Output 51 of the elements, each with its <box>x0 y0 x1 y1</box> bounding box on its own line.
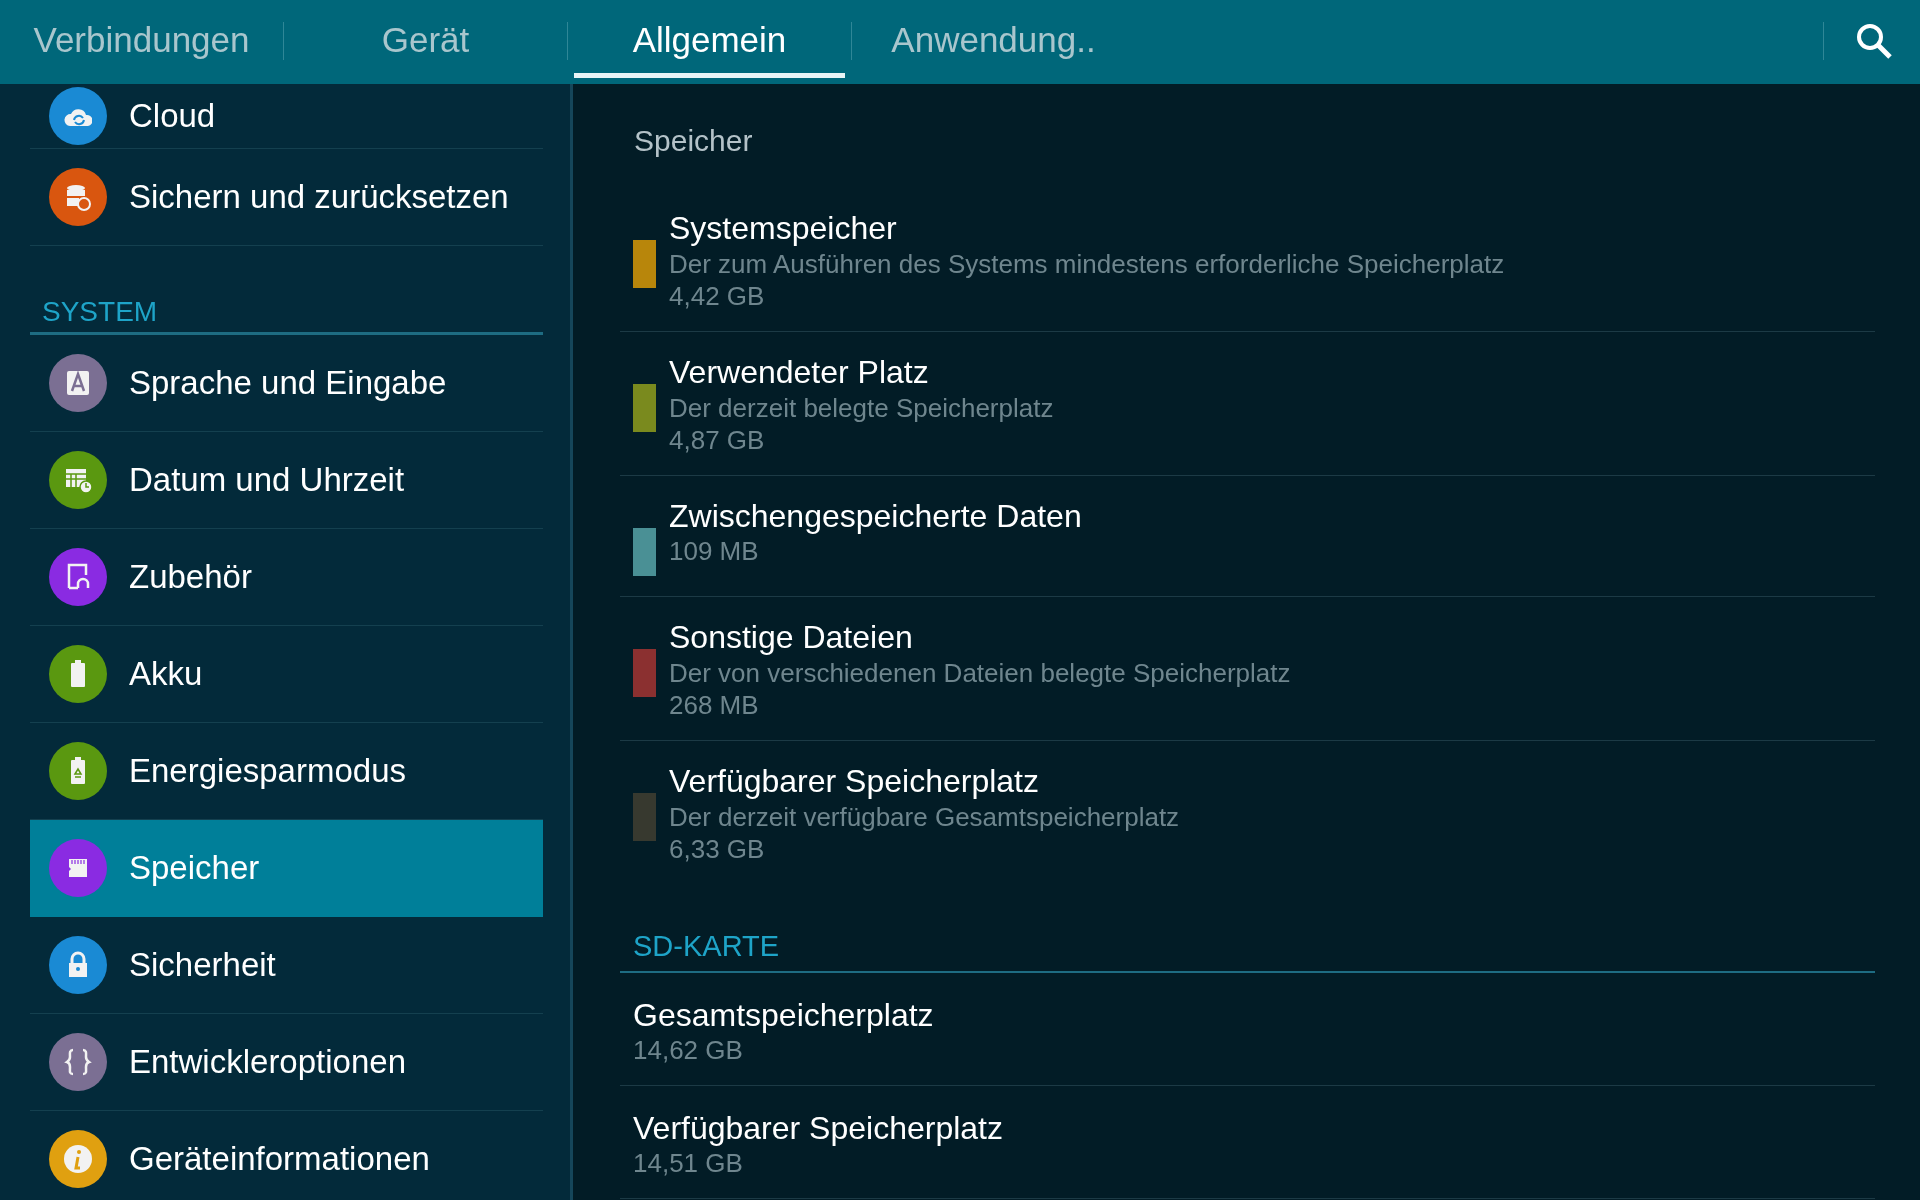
item-value: 14,51 GB <box>633 1148 744 1178</box>
item-label: Entwickleroptionen <box>129 1043 406 1081</box>
item-label: Sichern und zurücksetzen <box>129 178 509 216</box>
tab[interactable]: Gerät <box>290 0 561 78</box>
section-header: SYSTEM <box>30 246 543 335</box>
item-label: Sicherheit <box>129 946 276 984</box>
settings-list-item[interactable]: Datum und Uhrzeit <box>30 432 543 529</box>
item-title: Verfügbarer Speicherplatz <box>669 762 1040 801</box>
item-description: Der zum Ausführen des Systems mindestens erforderliche Speicherplatz <box>669 248 1505 281</box>
item-label: Speicher <box>129 849 260 887</box>
item-title: Verwendeter Platz <box>669 353 930 392</box>
settings-list-item[interactable]: Geräteinformationen <box>30 1111 543 1200</box>
item-label: Geräteinformationen <box>129 1140 430 1178</box>
info-icon <box>61 1142 95 1176</box>
settings-list-item[interactable]: Akku <box>30 626 543 723</box>
settings-list-item[interactable]: Zubehör <box>30 529 543 626</box>
storage-list-item[interactable]: Verfügbarer Speicherplatz 14,51 GB <box>620 1086 1875 1199</box>
item-label: Cloud <box>129 97 216 135</box>
tab[interactable]: Verbindungen <box>6 0 277 78</box>
settings-list-item[interactable]: Entwickleroptionen <box>30 1014 543 1111</box>
item-title: Verfügbarer Speicherplatz <box>633 1109 1004 1148</box>
item-value: 109 MB <box>669 536 760 566</box>
item-description: Der derzeit verfügbare Gesamtspeicherplatz <box>669 801 1180 834</box>
tab[interactable]: Allgemein <box>574 0 845 78</box>
item-title: Sonstige Dateien <box>669 618 914 657</box>
item-value: 4,42 GB <box>669 281 766 311</box>
item-title: Gesamtspeicherplatz <box>633 996 935 1035</box>
item-label: Zubehör <box>129 558 252 596</box>
storage-list-item[interactable]: Gesamtspeicherplatz 14,62 GB <box>620 973 1875 1086</box>
item-label: Akku <box>129 655 203 693</box>
item-label: Datum und Uhrzeit <box>129 461 405 499</box>
search-icon <box>1854 21 1894 61</box>
item-description: Der derzeit belegte Speicherplatz <box>669 392 1054 425</box>
item-value: 6,33 GB <box>669 834 766 864</box>
settings-list-item[interactable]: Sprache und Eingabe <box>30 335 543 432</box>
page-title: Speicher <box>633 123 754 159</box>
item-description: Der von verschiedenen Dateien belegte Speicherplatz <box>669 657 1291 690</box>
item-value: 268 MB <box>669 690 760 720</box>
settings-list-item[interactable]: Cloud <box>30 84 543 149</box>
settings-list-item[interactable]: Sicherheit <box>30 917 543 1014</box>
item-label: Sprache und Eingabe <box>129 364 447 402</box>
item-label: Energiesparmodus <box>129 752 406 790</box>
item-value: 4,87 GB <box>669 425 766 455</box>
cloud-icon <box>64 106 92 126</box>
settings-list-item[interactable]: Speicher <box>30 820 543 917</box>
tab[interactable]: Anwendung.. <box>858 0 1129 78</box>
settings-list-item[interactable]: Sichern und zurücksetzen <box>30 149 543 246</box>
item-value: 14,62 GB <box>633 1035 744 1065</box>
item-title: Zwischengespeicherte Daten <box>669 497 1082 536</box>
item-title: Systemspeicher <box>669 209 898 248</box>
section-header: SD-KARTE <box>620 884 1875 973</box>
